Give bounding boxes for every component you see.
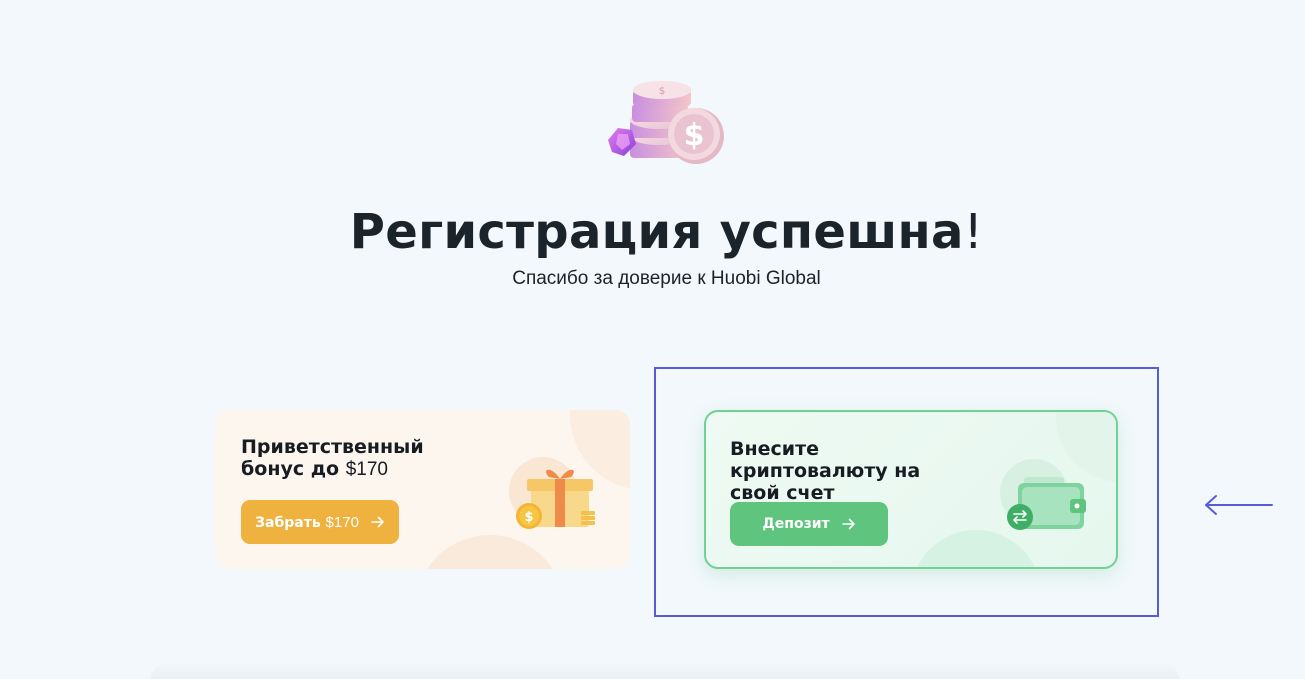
bottom-panel-edge xyxy=(150,662,1180,679)
claim-bonus-button[interactable]: Забрать $170 xyxy=(241,500,399,544)
registration-success-page: $ $ Регистрация успешна! Спасибо за дове… xyxy=(0,0,1305,679)
svg-text:$: $ xyxy=(684,118,705,153)
claim-button-amount: $170 xyxy=(325,513,359,531)
highlight-box xyxy=(654,367,1159,617)
welcome-bonus-card: Приветственный бонус до $170 Забрать $17… xyxy=(215,410,630,569)
svg-text:$: $ xyxy=(659,86,665,97)
svg-text:$: $ xyxy=(524,510,533,525)
decorative-circle xyxy=(415,535,565,569)
gift-box-icon: $ xyxy=(509,457,595,529)
page-subtitle: Спасибо за доверие к Huobi Global xyxy=(512,268,821,289)
coins-stack-icon: $ $ xyxy=(608,81,724,164)
page-title: Регистрация успешна! xyxy=(349,204,984,260)
arrow-right-icon xyxy=(371,516,384,528)
left-arrow-icon xyxy=(1205,495,1273,515)
bonus-card-title: Приветственный бонус до $170 xyxy=(241,436,424,480)
claim-button-label: Забрать xyxy=(255,514,321,531)
